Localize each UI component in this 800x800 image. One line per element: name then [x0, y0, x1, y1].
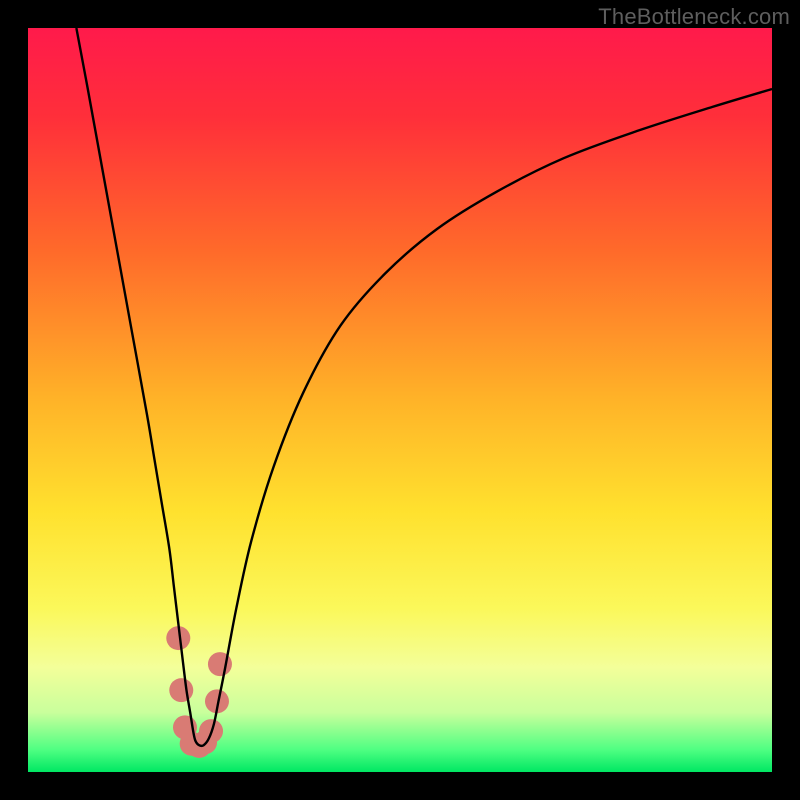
chart-frame: TheBottleneck.com	[0, 0, 800, 800]
marker-dot	[169, 678, 193, 702]
gradient-background	[28, 28, 772, 772]
watermark-text: TheBottleneck.com	[598, 4, 790, 30]
bottleneck-chart	[28, 28, 772, 772]
